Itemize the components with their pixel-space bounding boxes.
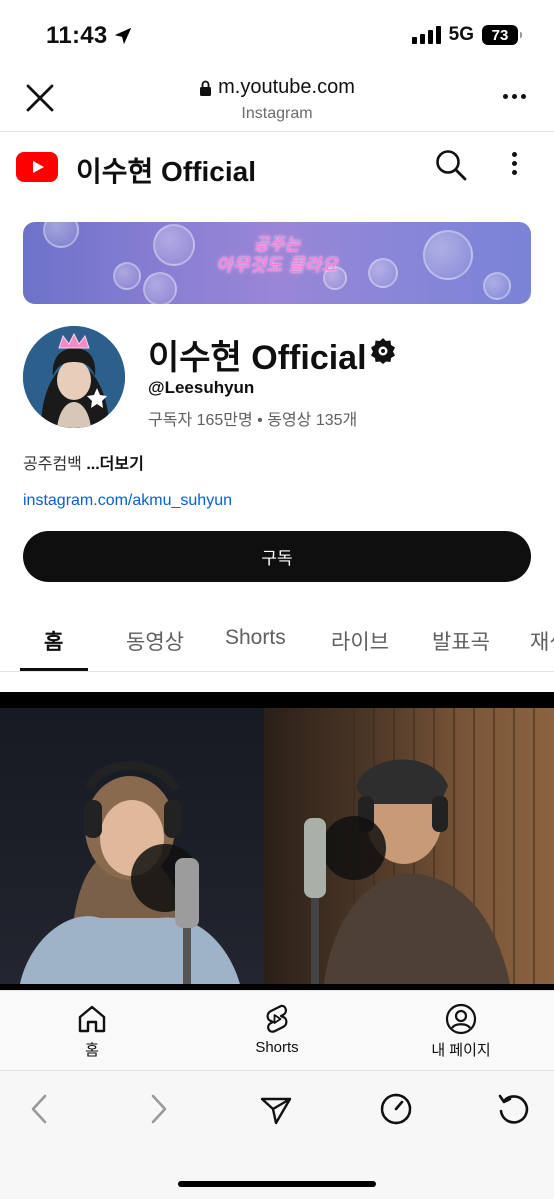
nav-my-page-label: 내 페이지 [431,1042,491,1059]
channel-avatar[interactable] [23,326,125,428]
forward-icon[interactable] [140,1091,176,1127]
description-text: 공주컴백 [23,456,87,473]
back-icon[interactable] [22,1091,58,1127]
battery-icon: 73 [482,25,522,45]
active-tab-indicator [20,668,88,671]
network-type: 5G [448,24,474,45]
banner-title: 공주는 아무것도 몰라요 [216,235,338,276]
browser-header: m.youtube.com Instagram [0,70,554,132]
share-icon[interactable] [258,1091,294,1127]
lock-icon [200,80,212,96]
youtube-header: 이수현 Official [0,132,554,202]
channel-banner: 공주는 아무것도 몰라요 [23,222,531,304]
search-icon[interactable] [434,148,468,182]
nav-home-label: 홈 [85,1042,99,1059]
nav-shorts-label: Shorts [255,1039,299,1056]
tab-shorts[interactable]: Shorts [225,626,286,650]
subscribe-button[interactable]: 구독 [23,531,531,582]
channel-stats: 구독자 165만명 • 동영상 135개 [148,412,358,429]
tab-live[interactable]: 라이브 [331,626,389,656]
tab-home[interactable]: 홈 [44,626,63,656]
home-indicator[interactable] [178,1181,376,1187]
channel-tabs: 홈 동영상 Shorts 라이브 발표곡 재생목록 [0,606,554,672]
more-link[interactable]: ...더보기 [86,456,144,473]
reload-icon[interactable] [496,1091,532,1127]
battery-level: 73 [491,26,509,44]
kebab-menu-icon[interactable] [512,152,517,175]
nav-my-page[interactable]: 내 페이지 [401,1003,521,1060]
nav-home[interactable]: 홈 [32,1003,152,1060]
video-thumbnail-left [0,708,264,984]
home-icon [78,1005,106,1033]
shorts-icon [266,1004,288,1033]
youtube-bottom-nav: 홈 Shorts 내 페이지 [0,990,554,1070]
page-title: 이수현 Official [76,156,256,187]
channel-description[interactable]: 공주컴백 ...더보기 [23,450,144,474]
url-text[interactable]: m.youtube.com [218,76,355,99]
location-arrow-icon [114,27,132,45]
profile-icon [445,1003,477,1035]
tab-releases[interactable]: 발표곡 [432,626,490,656]
status-time: 11:43 [46,22,108,49]
browser-toolbar [0,1070,554,1199]
speed-icon[interactable] [378,1091,414,1127]
status-bar: 11:43 5G 73 [0,0,554,70]
video-thumbnail-right [264,708,554,984]
tab-playlists[interactable]: 재생목록 [530,626,554,656]
signal-icon [411,26,441,44]
featured-video[interactable] [0,692,554,990]
channel-external-link[interactable]: instagram.com/akmu_suhyun [23,492,232,510]
youtube-logo-icon[interactable] [16,152,58,182]
channel-name: 이수현 Official [148,339,367,377]
channel-handle: @Leesuhyun [148,378,255,397]
verified-artist-icon [371,338,395,364]
url-source: Instagram [241,104,313,122]
more-options-icon[interactable] [503,94,526,99]
nav-shorts[interactable]: Shorts [217,1003,337,1056]
tab-videos[interactable]: 동영상 [126,626,184,656]
